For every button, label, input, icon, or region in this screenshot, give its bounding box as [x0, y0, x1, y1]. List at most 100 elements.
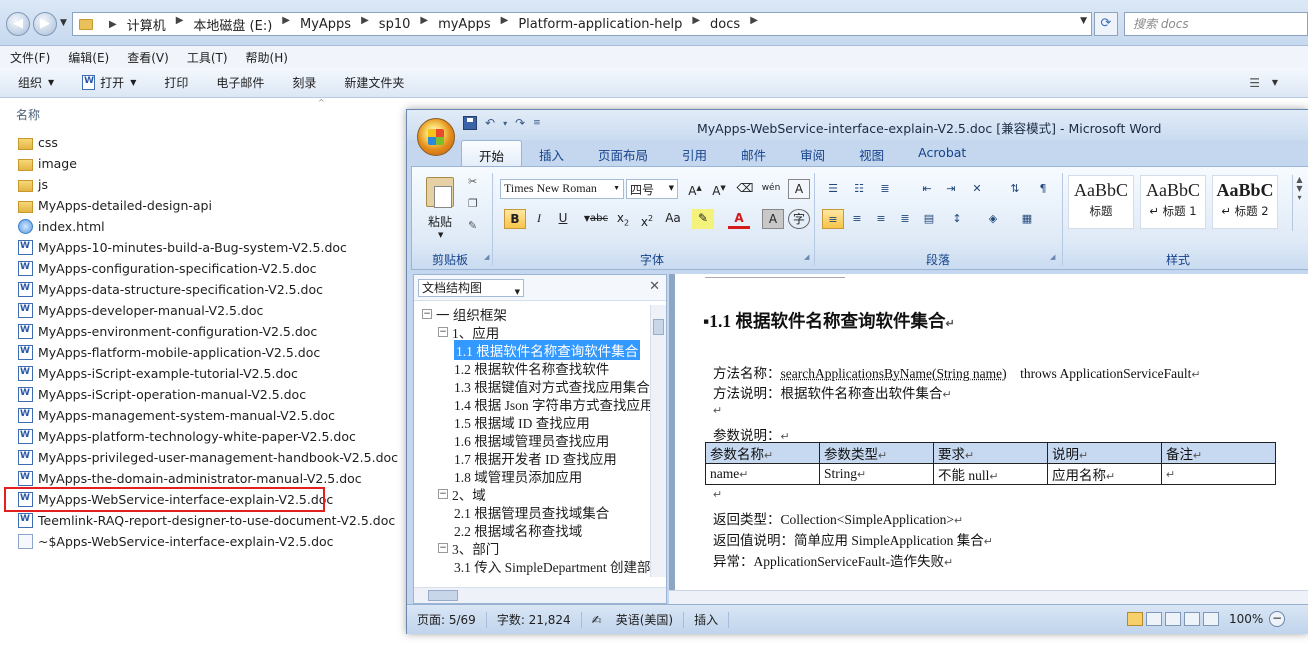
ribbon-tab[interactable]: 邮件: [724, 140, 783, 166]
align-center-icon[interactable]: ≡: [846, 209, 868, 229]
increase-indent-icon[interactable]: ⇥: [940, 179, 962, 199]
paste-dropdown-icon[interactable]: ▼: [438, 231, 443, 239]
document-map-item[interactable]: 2.2 根据域名称查找域: [414, 521, 650, 539]
align-right-icon[interactable]: ≡: [870, 209, 892, 229]
customize-qat-icon[interactable]: ≡: [533, 118, 541, 130]
file-list-item[interactable]: MyApps-management-system-manual-V2.5.doc: [0, 405, 408, 426]
file-list-item[interactable]: css: [0, 132, 408, 153]
breadcrumb-item[interactable]: sp10: [379, 15, 411, 34]
print-layout-view-icon[interactable]: [1127, 612, 1143, 626]
document-map-item[interactable]: 1.4 根据 Json 字符串方式查找应用: [414, 395, 650, 413]
file-list-item[interactable]: MyApps-environment-configuration-V2.5.do…: [0, 321, 408, 342]
document-map-item[interactable]: 1.7 根据开发者 ID 查找应用: [414, 449, 650, 467]
ribbon-tab[interactable]: 引用: [665, 140, 724, 166]
web-layout-view-icon[interactable]: [1165, 612, 1181, 626]
document-map-item[interactable]: 2.1 根据管理员查找域集合: [414, 503, 650, 521]
email-button[interactable]: 电子邮件: [216, 74, 264, 91]
office-button[interactable]: [417, 118, 455, 156]
document-map-item[interactable]: −1、应用: [414, 323, 650, 341]
grow-font-icon[interactable]: A▲: [684, 179, 706, 199]
document-map-item[interactable]: 1.5 根据域 ID 查找应用: [414, 413, 650, 431]
breadcrumb-item[interactable]: 本地磁盘 (E:): [193, 15, 272, 34]
align-left-icon[interactable]: ≡: [822, 209, 844, 229]
style-tile[interactable]: AaBbC ↵ 标题 2: [1212, 175, 1278, 229]
justify-icon[interactable]: ≣: [894, 209, 916, 229]
file-list-item[interactable]: MyApps-platform-technology-white-paper-V…: [0, 426, 408, 447]
document-hscroll[interactable]: [669, 590, 1308, 604]
ribbon-tab[interactable]: 审阅: [783, 140, 842, 166]
style-tile[interactable]: AaBbC ↵ 标题 1: [1140, 175, 1206, 229]
collapse-icon[interactable]: −: [438, 327, 448, 337]
styles-scroll[interactable]: ▲ ▼ ▾: [1292, 175, 1306, 231]
scroll-thumb[interactable]: [653, 319, 664, 335]
line-spacing-icon[interactable]: ↕: [946, 209, 968, 229]
underline-button[interactable]: U: [552, 209, 574, 229]
collapse-icon[interactable]: −: [438, 489, 448, 499]
search-input[interactable]: 搜索 docs: [1124, 12, 1308, 36]
ribbon-tab[interactable]: 插入: [522, 140, 581, 166]
address-dropdown[interactable]: ▼: [1080, 16, 1087, 26]
menu-edit[interactable]: 编辑(E): [68, 49, 109, 66]
forward-button[interactable]: ▶: [33, 12, 57, 36]
ribbon-tab[interactable]: 开始: [461, 140, 523, 166]
full-screen-reading-view-icon[interactable]: [1146, 612, 1162, 626]
redo-icon[interactable]: ↷: [515, 116, 525, 130]
paste-button-label[interactable]: 粘贴: [428, 213, 452, 230]
chevron-right-icon[interactable]: ▶: [692, 15, 700, 34]
borders-icon[interactable]: ▦: [1016, 209, 1038, 229]
distributed-icon[interactable]: ▤: [918, 209, 940, 229]
font-size-select[interactable]: 四号 ▼: [626, 179, 678, 199]
document-map-item[interactable]: 1.2 根据软件名称查找软件: [414, 359, 650, 377]
breadcrumb-item[interactable]: Platform-application-help: [518, 15, 682, 34]
print-button[interactable]: 打印: [164, 74, 188, 91]
change-case-button[interactable]: Aa: [662, 209, 684, 229]
file-list-item[interactable]: MyApps-iScript-example-tutorial-V2.5.doc: [0, 363, 408, 384]
document-map-view-select[interactable]: 文档结构图 ▼: [418, 279, 524, 297]
bold-button[interactable]: B: [504, 209, 526, 229]
show-marks-icon[interactable]: ¶: [1032, 179, 1054, 199]
paste-icon[interactable]: [426, 177, 454, 208]
recent-pages-dropdown[interactable]: ▼: [60, 18, 67, 28]
status-page[interactable]: 页面: 5/69: [407, 611, 487, 628]
bullets-icon[interactable]: ☰: [822, 179, 844, 199]
multilevel-list-icon[interactable]: ≣: [874, 179, 896, 199]
clear-format-icon[interactable]: ⌫: [734, 179, 756, 199]
menu-view[interactable]: 查看(V): [127, 49, 169, 66]
sort-icon[interactable]: ⇅: [1004, 179, 1026, 199]
refresh-button[interactable]: ⟳: [1094, 12, 1118, 36]
style-tile[interactable]: AaBbC 标题: [1068, 175, 1134, 229]
outline-view-icon[interactable]: [1184, 612, 1200, 626]
address-input[interactable]: ▶ 计算机 ▶ 本地磁盘 (E:) ▶ MyApps ▶ sp10 ▶ myApps ▶ Platf…: [72, 12, 1092, 36]
file-list-item[interactable]: MyApps-iScript-operation-manual-V2.5.doc: [0, 384, 408, 405]
document-map-item[interactable]: 1.8 域管理员添加应用: [414, 467, 650, 485]
italic-button[interactable]: I: [528, 209, 550, 229]
file-list-item[interactable]: MyApps-configuration-specification-V2.5.…: [0, 258, 408, 279]
font-name-select[interactable]: Times New Roman ▼: [500, 179, 624, 199]
format-painter-icon[interactable]: ✎: [468, 219, 477, 232]
shading-icon[interactable]: ◈: [982, 209, 1004, 229]
column-header-name[interactable]: 名称: [0, 98, 408, 128]
chinese-layout-icon[interactable]: ✕: [966, 179, 988, 199]
close-icon[interactable]: ✕: [649, 279, 660, 294]
font-color-icon[interactable]: A: [728, 209, 750, 229]
collapse-icon[interactable]: −: [422, 309, 432, 319]
file-list-item[interactable]: image: [0, 153, 408, 174]
document-map-item[interactable]: 1.1 根据软件名称查询软件集合: [414, 340, 650, 360]
char-border-icon[interactable]: A: [788, 179, 810, 199]
chevron-right-icon[interactable]: ▶: [361, 15, 369, 34]
document-map-item[interactable]: − 一 组织框架: [414, 305, 650, 323]
file-list-item[interactable]: Teemlink-RAQ-report-designer-to-use-docu…: [0, 510, 408, 531]
paragraph-launcher-icon[interactable]: ◢: [1050, 253, 1055, 261]
open-button[interactable]: 打开▼: [82, 74, 136, 91]
file-list-item[interactable]: index.html: [0, 216, 408, 237]
draft-view-icon[interactable]: [1203, 612, 1219, 626]
menu-help[interactable]: 帮助(H): [246, 49, 288, 66]
document-map-item[interactable]: 3.2 传入 Json 格式字符串创建部门: [414, 575, 650, 577]
undo-icon[interactable]: ↶: [485, 116, 495, 130]
status-insert-mode[interactable]: 插入: [684, 611, 730, 628]
subscript-button[interactable]: x2: [612, 209, 634, 229]
file-list-item[interactable]: MyApps-flatform-mobile-application-V2.5.…: [0, 342, 408, 363]
chevron-right-icon[interactable]: ▶: [176, 15, 184, 34]
strikethrough-button[interactable]: abc: [588, 209, 610, 229]
file-list-item[interactable]: ~$Apps-WebService-interface-explain-V2.5…: [0, 531, 408, 552]
